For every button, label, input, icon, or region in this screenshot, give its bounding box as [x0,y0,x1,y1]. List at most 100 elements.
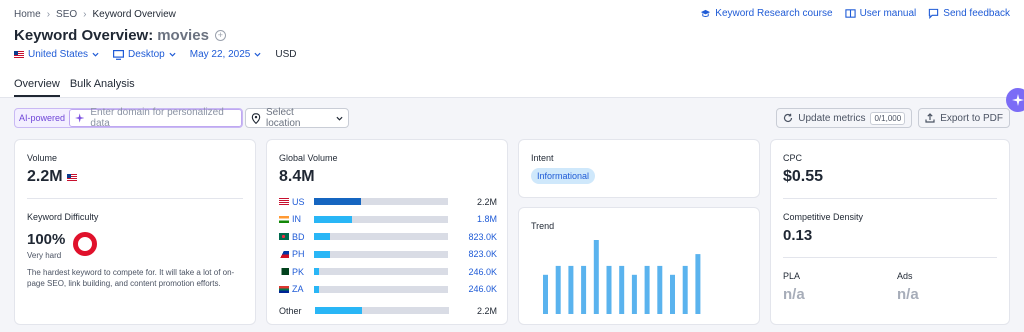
pk-flag-icon [279,268,289,276]
update-metrics-button[interactable]: Update metrics 0/1,000 [776,108,913,128]
chevron-down-icon [254,52,261,57]
ads-label: Ads [897,271,913,281]
tabs: Overview Bulk Analysis [14,78,135,97]
divider [783,257,997,258]
user-manual-label: User manual [859,8,917,19]
us-flag-icon [14,51,24,58]
volume-bar [314,233,448,241]
export-icon [925,113,935,123]
pla-label: PLA [783,271,801,281]
country-code: ZA [292,284,304,295]
send-feedback-link[interactable]: Send feedback [928,8,1010,19]
trend-bar[interactable] [644,265,650,314]
volume-bar-fill [314,285,319,293]
us-flag-icon [66,173,77,181]
currency-label: USD [275,49,297,60]
date-select[interactable]: May 22, 2025 [190,49,262,60]
global-volume-value: 8.4M [279,168,315,185]
volume-bar-fill [314,268,319,276]
trend-bar[interactable] [543,274,548,314]
keyword-research-course-label: Keyword Research course [715,8,833,19]
trend-bar[interactable] [631,274,637,314]
device-select[interactable]: Desktop [113,49,176,60]
za-flag-icon [279,285,289,293]
keyword-difficulty-value: 100% [27,231,66,248]
ai-domain-group: AI-powered Enter domain for personalized… [14,107,244,129]
global-volume-label: Global Volume [279,153,338,163]
pla-value: n/a [783,286,805,303]
country-row-in[interactable]: IN 1.8M [279,211,497,229]
country-row-ph[interactable]: PH 823.0K [279,246,497,264]
sparkle-icon [75,113,85,123]
location-pin-icon [251,112,261,124]
page-title-keyword: movies [157,27,209,44]
breadcrumb-current: Keyword Overview [92,9,176,20]
keyword-research-course-link[interactable]: Keyword Research course [700,8,833,19]
location-select-placeholder: Select location [266,107,301,129]
volume-label: Volume [27,153,58,163]
country-row-us[interactable]: US 2.2M [279,193,497,211]
tab-bulk-analysis[interactable]: Bulk Analysis [70,78,135,97]
trend-label: Trend [531,221,555,231]
breadcrumb-seo[interactable]: SEO [56,9,77,20]
trend-bar[interactable] [555,265,561,314]
divider [783,198,997,199]
volume-bar [315,307,449,315]
volume-bar [314,285,448,293]
trend-bar[interactable] [568,265,574,314]
ph-flag-icon [279,250,289,258]
volume-bar [314,198,448,206]
cpc-card: CPC $0.55 Competitive Density 0.13 PLA n… [770,139,1010,325]
volume-value: 2.2M [27,168,63,185]
intent-label: Intent [531,153,554,163]
chevron-right-icon: › [46,9,51,20]
ads-value: n/a [897,286,919,303]
trend-bar[interactable] [657,265,663,314]
volume-value-row: 2.2M [27,168,77,186]
trend-bar[interactable] [606,265,612,314]
country-row-other: Other 2.2M [279,302,497,320]
country-row-bd[interactable]: BD 823.0K [279,228,497,246]
domain-input[interactable]: Enter domain for personalized data [69,107,243,129]
trend-bar[interactable] [581,265,587,314]
user-manual-link[interactable]: User manual [844,8,917,19]
country-volume-value: 1.8M [476,214,497,225]
date-select-label: May 22, 2025 [189,49,251,60]
chevron-right-icon: › [83,9,87,20]
chevron-down-icon [92,52,99,57]
volume-bar-fill [314,215,352,223]
trend-bar[interactable] [695,254,701,314]
filters-row: United States Desktop May 22, 2025 USD [14,49,296,60]
global-volume-card: Global Volume 8.4M US 2.2M IN 1.8M BD 82… [266,139,508,325]
export-pdf-button[interactable]: Export to PDF [918,108,1010,128]
country-volume-value: 823.0K [468,231,497,242]
country-volume-value: 2.2M [476,196,497,207]
intent-card: Intent Informational [518,139,760,198]
competitive-density-value: 0.13 [783,227,813,244]
trend-bar[interactable] [593,240,599,314]
breadcrumb-home[interactable]: Home [14,9,41,20]
page-title-text: Keyword Overview: [14,27,154,44]
tab-overview[interactable]: Overview [14,78,60,97]
add-to-list-icon[interactable]: + [214,30,226,41]
country-row-za[interactable]: ZA 246.0K [279,281,497,299]
trend-chart [543,240,701,314]
location-select[interactable]: Select location [245,107,349,129]
trend-bar[interactable] [619,265,625,314]
page-header: Home › SEO › Keyword Overview Keyword Re… [0,0,1024,112]
volume-bar-fill [315,307,362,315]
in-flag-icon [279,215,289,223]
keyword-difficulty-label: Keyword Difficulty [27,212,99,222]
country-row-pk[interactable]: PK 246.0K [279,263,497,281]
divider [27,198,243,199]
us-flag-icon [279,198,289,206]
book-icon [844,9,856,18]
breadcrumb: Home › SEO › Keyword Overview [14,9,176,20]
trend-bar[interactable] [682,265,688,314]
volume-bar-fill [314,250,330,258]
update-metrics-counter: 0/1,000 [870,111,906,125]
volume-bar-fill [314,233,330,241]
country-select[interactable]: United States [14,49,99,60]
chevron-down-icon [336,116,343,121]
trend-bar[interactable] [670,274,675,314]
